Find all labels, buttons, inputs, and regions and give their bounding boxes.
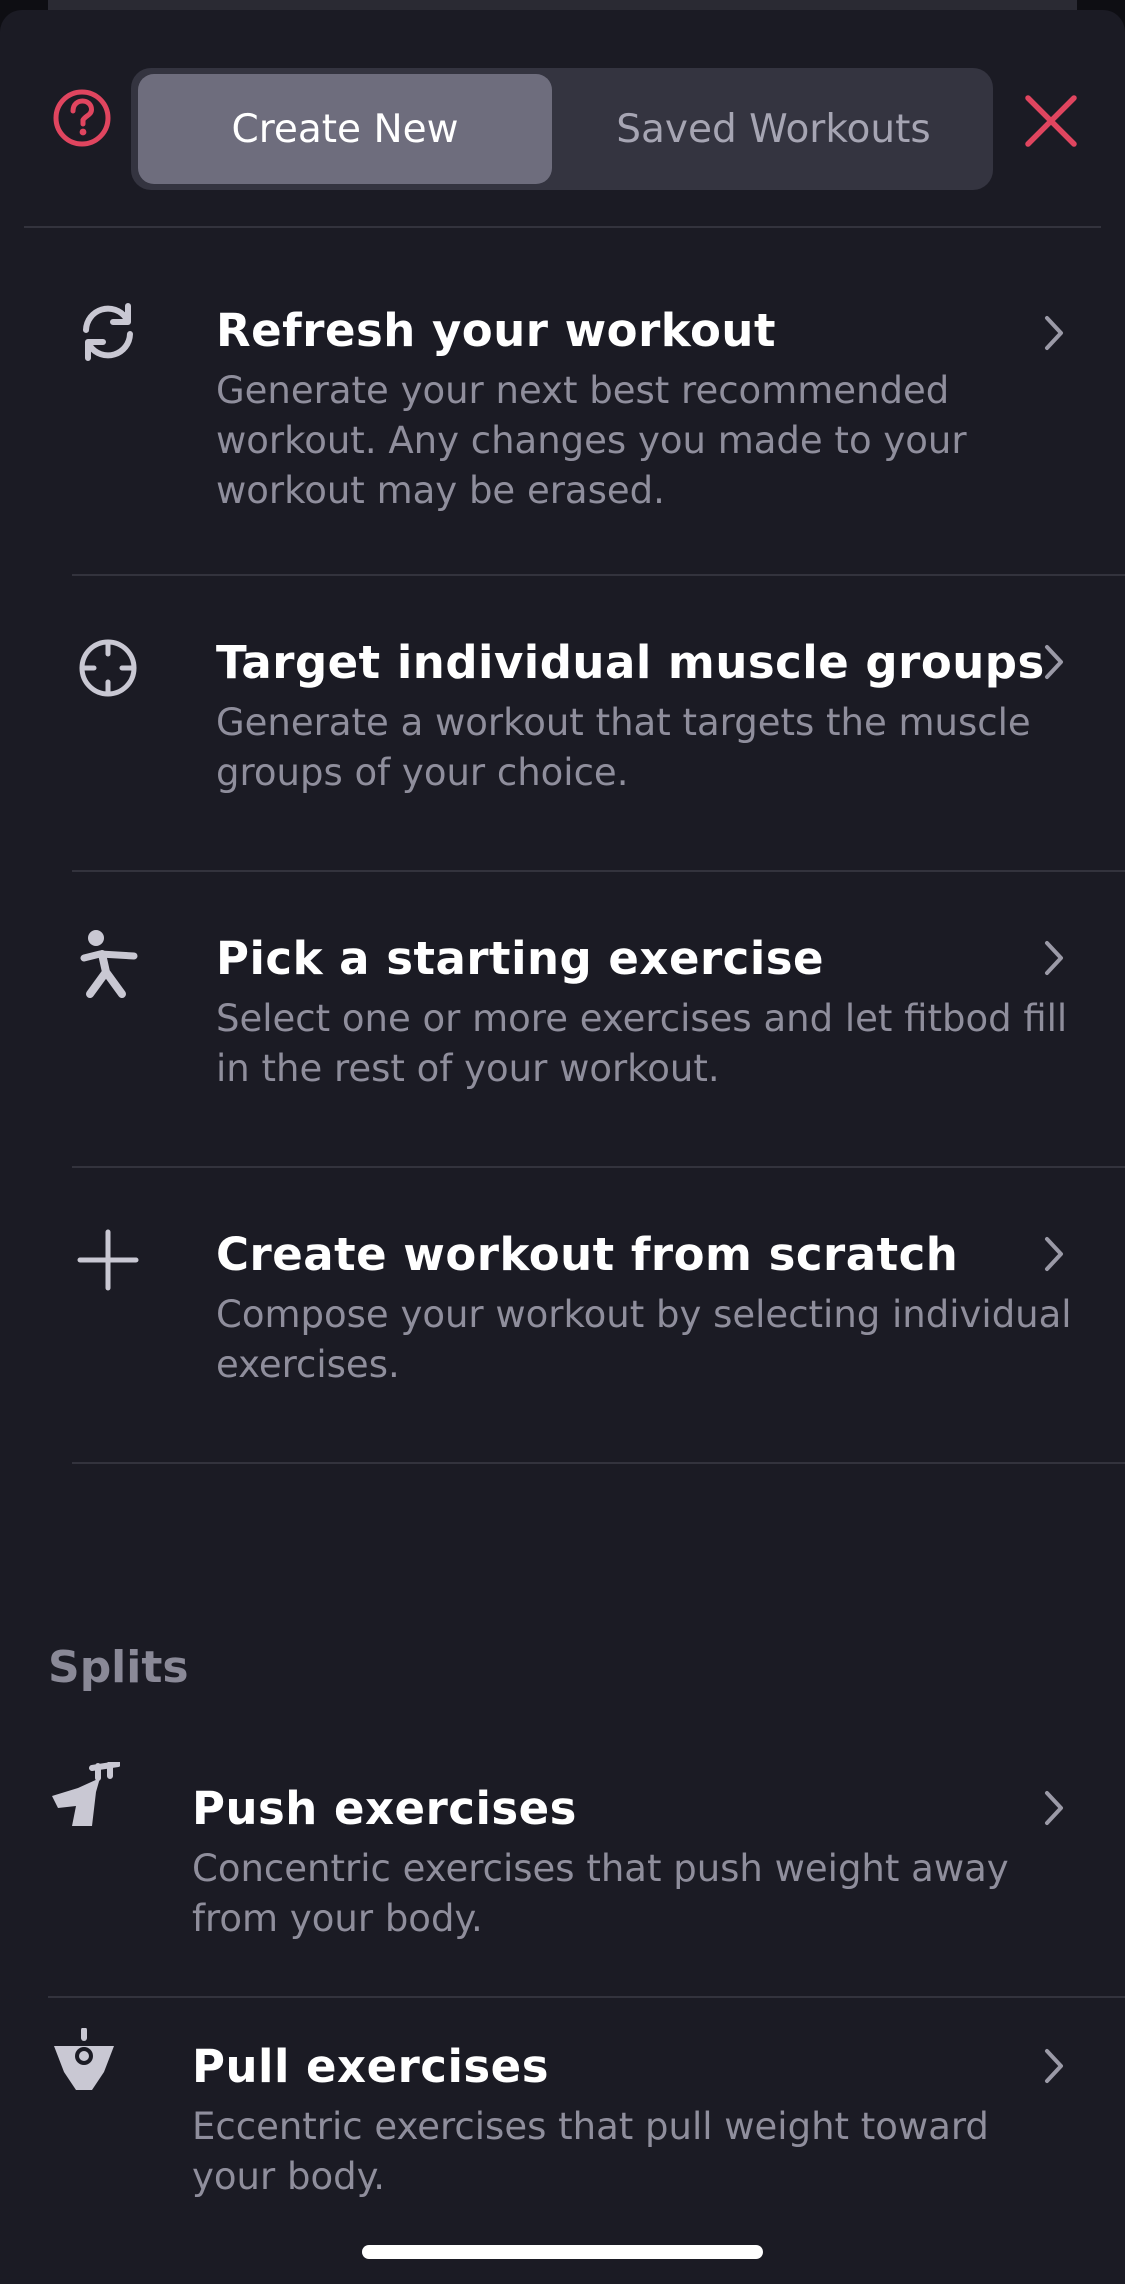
workout-options-sheet: Create New Saved Workouts Refresh your w… — [0, 10, 1125, 2284]
help-button[interactable] — [52, 88, 112, 148]
option-description: Compose your workout by selecting indivi… — [216, 1293, 1072, 1386]
background-card-peek — [48, 0, 1077, 10]
option-target-muscle-groups[interactable]: Target individual muscle groups Generate… — [0, 576, 1125, 872]
option-description: Generate your next best recommended work… — [216, 369, 967, 512]
split-pull-exercises[interactable]: Pull exercises Eccentric exercises that … — [0, 1998, 1125, 2258]
chevron-right-icon — [1045, 1237, 1063, 1271]
split-description: Concentric exercises that push weight aw… — [192, 1847, 1009, 1940]
split-title: Push exercises — [192, 1782, 577, 1835]
push-icon — [48, 1760, 120, 1832]
option-description: Generate a workout that targets the musc… — [216, 701, 1031, 794]
chevron-right-icon — [1045, 2049, 1063, 2083]
refresh-icon — [72, 296, 144, 368]
option-create-from-scratch[interactable]: Create workout from scratch Compose your… — [0, 1168, 1125, 1464]
split-description: Eccentric exercises that pull weight tow… — [192, 2105, 989, 2198]
segmented-control: Create New Saved Workouts — [131, 68, 993, 190]
chevron-right-icon — [1045, 316, 1063, 350]
option-title: Refresh your workout — [216, 304, 776, 357]
pull-icon — [48, 2024, 120, 2096]
home-indicator[interactable] — [362, 2245, 763, 2259]
tab-saved-workouts[interactable]: Saved Workouts — [561, 74, 986, 184]
tab-create-new[interactable]: Create New — [138, 74, 552, 184]
option-title: Target individual muscle groups — [216, 636, 1045, 689]
plus-icon — [72, 1224, 144, 1296]
exercise-figure-icon — [72, 928, 144, 1000]
option-description: Select one or more exercises and let fit… — [216, 997, 1068, 1090]
split-title: Pull exercises — [192, 2040, 549, 2093]
option-title: Pick a starting exercise — [216, 932, 825, 985]
option-title: Create workout from scratch — [216, 1228, 959, 1281]
row-divider — [72, 1462, 1125, 1464]
option-refresh-workout[interactable]: Refresh your workout Generate your next … — [0, 226, 1125, 584]
question-circle-icon — [53, 89, 111, 147]
chevron-right-icon — [1045, 941, 1063, 975]
close-icon — [1025, 95, 1077, 147]
chevron-right-icon — [1045, 645, 1063, 679]
option-pick-starting-exercise[interactable]: Pick a starting exercise Select one or m… — [0, 872, 1125, 1168]
close-button[interactable] — [1022, 92, 1080, 150]
split-push-exercises[interactable]: Push exercises Concentric exercises that… — [0, 1740, 1125, 2008]
chevron-right-icon — [1045, 1791, 1063, 1825]
crosshair-icon — [72, 632, 144, 704]
splits-section-title: Splits — [48, 1642, 189, 1693]
